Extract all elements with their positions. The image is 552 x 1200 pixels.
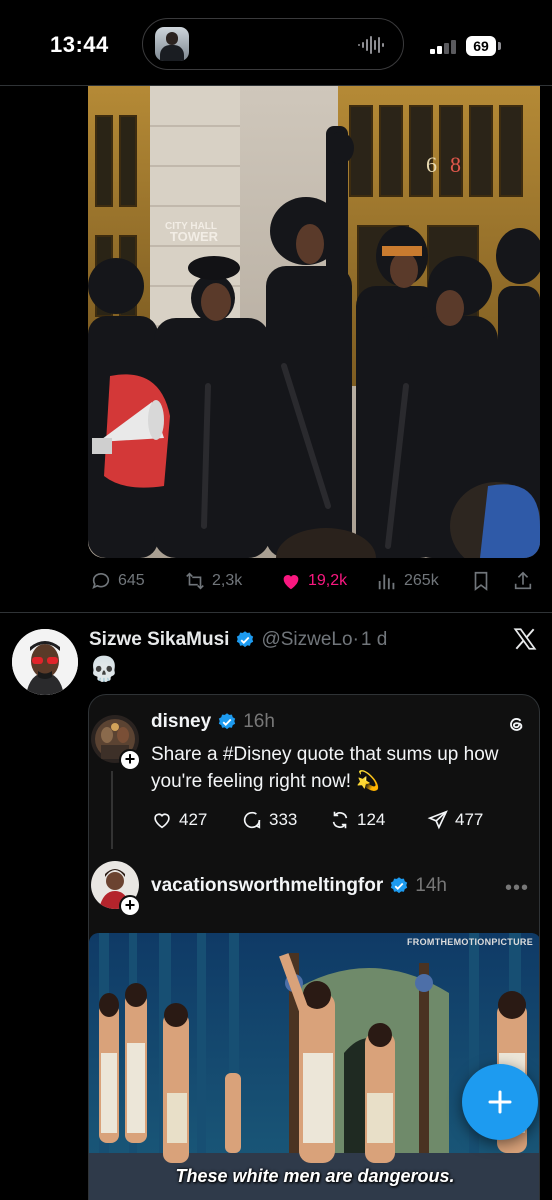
bookmark-icon (474, 571, 488, 591)
follow-vacations-button[interactable]: + (119, 895, 141, 917)
movie-still-image (89, 933, 539, 1200)
clock: 13:44 (50, 32, 109, 57)
bookmark-button[interactable] (470, 566, 492, 596)
wave-icon (358, 36, 384, 54)
vacations-time: 14h (415, 875, 447, 896)
verified-icon (237, 631, 254, 648)
vacations-header: vacationsworthmeltingfor 14h (151, 875, 447, 897)
share-button[interactable] (512, 566, 534, 596)
heart-icon (283, 575, 299, 590)
verified-icon (391, 877, 408, 894)
avatar-image (12, 629, 78, 695)
reply-button[interactable]: 645 (90, 566, 145, 596)
avatar[interactable] (12, 629, 78, 695)
share-icon (514, 571, 532, 590)
follow-disney-button[interactable]: + (119, 749, 141, 771)
share-icon (427, 810, 448, 830)
threads-like-button[interactable]: 427 (151, 809, 207, 831)
threads-logo-icon[interactable] (505, 713, 527, 735)
svg-text:8: 8 (450, 152, 461, 177)
threads-repost-button[interactable]: 124 (329, 809, 385, 831)
post-header: Sizwe SikaMusi @SizweLo · 1 d (89, 626, 387, 654)
like-button[interactable]: 19,2k (280, 566, 347, 596)
post-text: 💀 (89, 656, 119, 683)
svg-text:6: 6 (426, 152, 437, 177)
heart-icon (154, 813, 170, 829)
disney-actions: 427 333 124 477 (151, 809, 521, 835)
compose-button[interactable] (462, 1064, 538, 1140)
reply-icon (92, 572, 110, 589)
repost-button[interactable]: 2,3k (184, 566, 242, 596)
pocahontas-still[interactable]: FROMTHEMOTIONPICTURE These white men are… (89, 933, 539, 1200)
media-watermark: FROMTHEMOTIONPICTURE (407, 937, 533, 947)
views-count: 265k (404, 572, 439, 589)
post-divider (0, 612, 552, 613)
plus-icon (488, 1090, 512, 1114)
threads-reply-button[interactable]: 333 (241, 809, 297, 831)
reply-icon (243, 811, 261, 829)
views-icon (378, 574, 395, 590)
separator-dot: · (352, 629, 359, 650)
vacations-username[interactable]: vacationsworthmeltingfor (151, 875, 383, 897)
status-bar: 13:44 69 (0, 0, 552, 86)
disney-header: disney 16h (151, 711, 275, 733)
disney-time: 16h (243, 711, 275, 732)
media-subtitle: These white men are dangerous. (175, 1166, 455, 1186)
x-logo-icon[interactable] (512, 626, 538, 652)
user-handle[interactable]: @SizweLo (261, 629, 352, 651)
threads-share-button[interactable]: 477 (427, 809, 483, 831)
repost-icon (186, 572, 204, 590)
more-icon[interactable]: ••• (505, 877, 529, 900)
signal-icon (430, 40, 456, 54)
threads-reply-count: 333 (269, 810, 298, 829)
disney-username[interactable]: disney (151, 711, 211, 733)
protest-photo: CITY HALL TOWER 6 8 (88, 86, 540, 558)
battery-tip (498, 42, 501, 50)
now-playing-artwork (155, 27, 189, 61)
dynamic-island[interactable] (142, 18, 404, 70)
verified-icon (219, 713, 236, 730)
post-image[interactable]: CITY HALL TOWER 6 8 (88, 86, 540, 558)
display-name[interactable]: Sizwe SikaMusi (89, 629, 229, 651)
repost-count: 2,3k (212, 572, 243, 589)
post-actions: 645 2,3k 19,2k 265k (88, 566, 540, 596)
disney-post-text: Share a #Disney quote that sums up how y… (151, 744, 499, 792)
post-time[interactable]: 1 d (361, 629, 387, 651)
thread-line (111, 771, 113, 849)
threads-share-count: 477 (455, 810, 484, 829)
threads-repost-count: 124 (357, 810, 386, 829)
views-button[interactable]: 265k (376, 566, 439, 596)
threads-like-count: 427 (179, 810, 208, 829)
svg-text:TOWER: TOWER (170, 229, 219, 244)
reply-count: 645 (118, 572, 145, 589)
repost-icon (332, 811, 348, 829)
battery-indicator: 69 (466, 36, 496, 56)
like-count: 19,2k (308, 572, 348, 589)
